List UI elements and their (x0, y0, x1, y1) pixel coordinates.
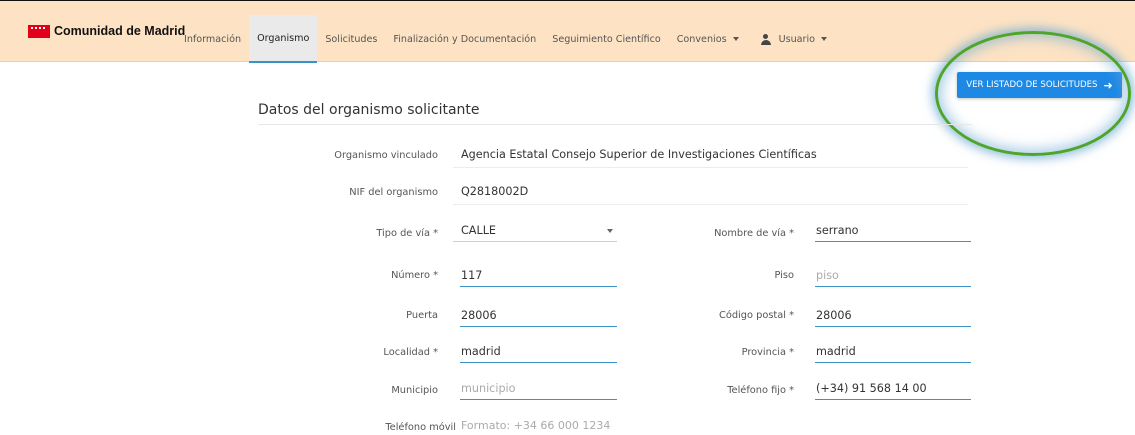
brand-name: Comunidad de Madrid (54, 24, 186, 38)
nav-label: Convenios (676, 33, 727, 45)
numero-label: Número * (391, 270, 438, 281)
telefono-fijo-input[interactable] (815, 378, 971, 400)
brand-logo[interactable]: Comunidad de Madrid (28, 23, 185, 39)
nav-organismo[interactable]: Organismo (249, 15, 318, 63)
chevron-down-icon (732, 37, 739, 41)
codigo-postal-input[interactable] (815, 305, 971, 327)
top-navbar: Comunidad de Madrid Información Organism… (0, 0, 1135, 63)
nav-informacion[interactable]: Información (176, 15, 249, 63)
nav-seguimiento[interactable]: Seguimiento Científico (544, 15, 668, 63)
nav-label: Seguimiento Científico (552, 33, 661, 45)
provincia-label: Provincia * (741, 347, 794, 358)
organismo-label: Organismo vinculado (334, 150, 438, 161)
telefono-fijo-label: Teléfono fijo * (727, 385, 794, 396)
localidad-input[interactable] (460, 341, 617, 363)
ver-listado-solicitudes-button[interactable]: VER LISTADO DE SOLICITUDES ➜ (957, 72, 1122, 98)
nav-label: Solicitudes (325, 33, 378, 45)
provincia-input[interactable] (815, 341, 971, 363)
municipio-label: Municipio (391, 385, 438, 396)
arrow-right-icon: ➜ (1103, 78, 1113, 92)
localidad-label: Localidad * (383, 347, 438, 358)
button-label: VER LISTADO DE SOLICITUDES (966, 80, 1098, 90)
tipo-via-select[interactable]: CALLE (453, 220, 617, 242)
nav-label: Usuario (778, 33, 816, 45)
piso-label: Piso (774, 270, 794, 281)
puerta-input[interactable] (460, 305, 617, 327)
piso-input[interactable] (815, 265, 971, 287)
nav-label: Finalización y Documentación (393, 33, 537, 45)
nav-label: Información (184, 33, 242, 45)
nif-value: Q2818002D (461, 185, 529, 198)
puerta-label: Puerta (406, 310, 438, 321)
telefono-movil-input[interactable]: Formato: +34 66 000 1234 (461, 419, 610, 432)
user-icon (760, 33, 771, 45)
chevron-down-icon (821, 37, 828, 41)
select-value: CALLE (461, 224, 496, 237)
municipio-input[interactable] (460, 378, 617, 400)
madrid-flag-icon (28, 24, 50, 38)
tipo-via-label: Tipo de vía * (376, 228, 438, 239)
numero-input[interactable] (460, 265, 617, 287)
main-nav: Información Organismo Solicitudes Finali… (176, 15, 835, 63)
divider (453, 167, 968, 168)
telefono-movil-label: Teléfono móvil (385, 422, 456, 433)
nif-label: NIF del organismo (349, 187, 438, 198)
nav-convenios-dropdown[interactable]: Convenios (669, 15, 747, 63)
title-divider (258, 124, 972, 125)
page-title: Datos del organismo solicitante (258, 102, 480, 118)
chevron-down-icon (607, 229, 613, 233)
nav-finalizacion[interactable]: Finalización y Documentación (385, 15, 544, 63)
nav-solicitudes[interactable]: Solicitudes (317, 15, 385, 63)
nombre-via-label: Nombre de vía * (714, 228, 794, 239)
divider (453, 204, 968, 205)
codigo-postal-label: Código postal * (719, 310, 794, 321)
nombre-via-input[interactable] (815, 220, 971, 242)
organismo-value: Agencia Estatal Consejo Superior de Inve… (461, 148, 817, 161)
nav-usuario-dropdown[interactable]: Usuario (747, 15, 835, 63)
nav-label: Organismo (257, 32, 310, 44)
